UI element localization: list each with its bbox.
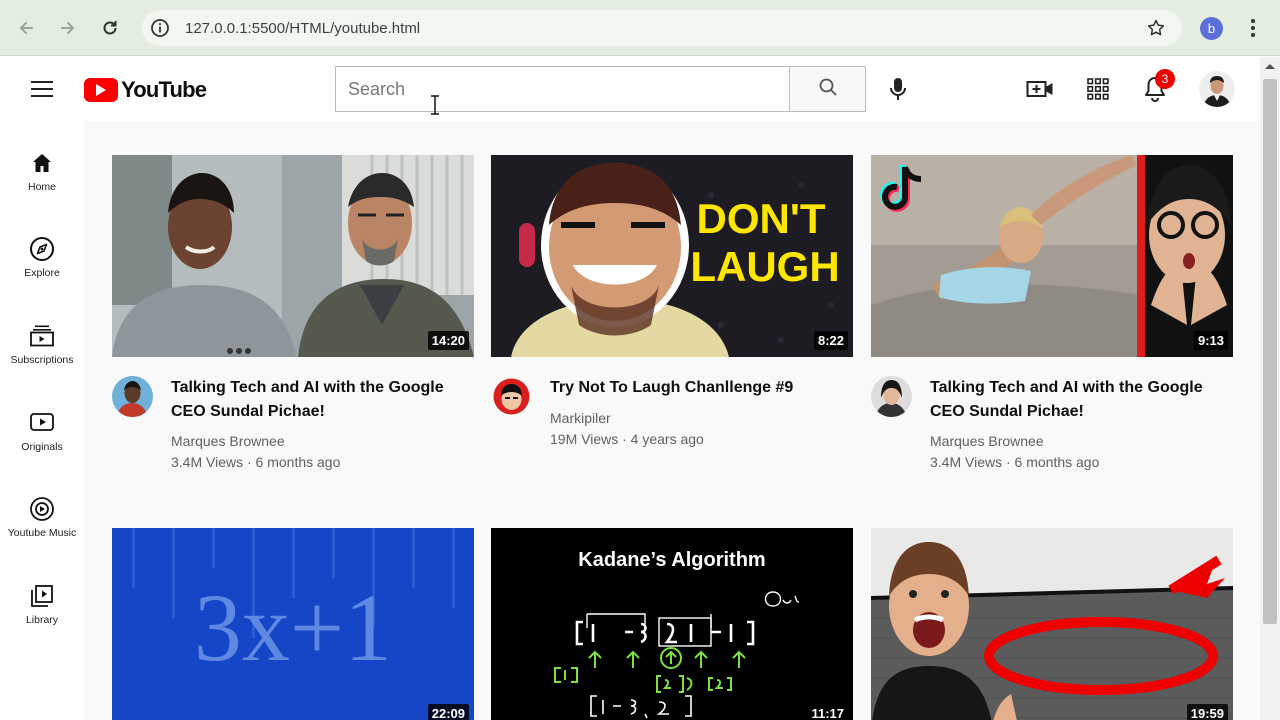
sidebar-item-label: Originals: [21, 441, 63, 453]
originals-icon: [0, 410, 84, 436]
video-card[interactable]: 9:13 Talking Tech and AI with the Google…: [871, 155, 1233, 475]
compass-icon: [0, 236, 84, 262]
sidebar-item-library[interactable]: Library: [0, 583, 84, 626]
sidebar-item-originals[interactable]: Originals: [0, 410, 84, 453]
sidebar-item-label: Home: [27, 181, 56, 193]
channel-avatar[interactable]: [112, 376, 153, 417]
thumbnail-text: 3x+1: [194, 574, 392, 681]
video-title[interactable]: Talking Tech and AI with the Google CEO …: [930, 376, 1230, 424]
video-thumbnail[interactable]: DON'T LAUGH 8:22: [491, 155, 853, 357]
video-duration: 11:17: [807, 704, 848, 720]
sidebar-item-youtube-music[interactable]: Youtube Music: [0, 496, 84, 539]
video-card[interactable]: 3x+1 22:09: [112, 528, 474, 720]
url-text[interactable]: 127.0.0.1:5500/HTML/youtube.html: [185, 20, 420, 37]
sidebar-item-home[interactable]: Home: [0, 150, 84, 193]
user-avatar[interactable]: [1199, 71, 1235, 107]
video-card[interactable]: DON'T LAUGH 8:22 Try Not To Laugh Chanll…: [491, 155, 853, 475]
sidebar-item-label: Explore: [24, 267, 60, 279]
sidebar-item-label: Subscriptions: [10, 354, 74, 366]
video-meta: 3.4M Views · 6 months ago: [930, 454, 1100, 470]
scrollbar-thumb[interactable]: [1263, 79, 1277, 624]
site-header: YouTube 3: [0, 57, 1260, 121]
search-input[interactable]: [336, 67, 780, 111]
channel-name[interactable]: Marques Brownee: [930, 433, 1044, 449]
menu-dots-icon[interactable]: [1245, 16, 1261, 45]
search-button[interactable]: [789, 66, 866, 112]
text-cursor-icon: [430, 95, 440, 120]
browser-toolbar: 127.0.0.1:5500/HTML/youtube.html b: [0, 0, 1280, 56]
channel-avatar[interactable]: [491, 376, 532, 417]
video-grid: 14:20 Talking Tech and AI with the Googl…: [84, 121, 1260, 720]
sidebar-item-explore[interactable]: Explore: [0, 236, 84, 279]
music-icon: [0, 496, 84, 522]
thumbnail-text-line-1: DON'T: [697, 195, 826, 242]
channel-name[interactable]: Marques Brownee: [171, 433, 285, 449]
channel-avatar[interactable]: [871, 376, 912, 417]
video-meta: 19M Views · 4 years ago: [550, 431, 704, 447]
create-video-icon[interactable]: [1026, 77, 1054, 106]
page-scrollbar[interactable]: [1260, 57, 1280, 720]
video-card[interactable]: Kadane’s Algorithm 11:17: [491, 528, 853, 720]
subscriptions-icon: [0, 323, 84, 349]
reload-icon[interactable]: [96, 14, 124, 42]
video-title[interactable]: Talking Tech and AI with the Google CEO …: [171, 376, 471, 424]
address-bar[interactable]: 127.0.0.1:5500/HTML/youtube.html: [142, 10, 1182, 46]
video-duration: 8:22: [813, 331, 848, 350]
apps-grid-icon[interactable]: [1087, 78, 1109, 105]
video-duration: 19:59: [1186, 704, 1228, 720]
video-thumbnail[interactable]: 19:59: [871, 528, 1233, 720]
video-card[interactable]: 14:20 Talking Tech and AI with the Googl…: [112, 155, 474, 475]
info-icon[interactable]: [150, 18, 170, 43]
video-duration: 9:13: [1193, 331, 1228, 350]
youtube-logo[interactable]: YouTube: [84, 77, 207, 103]
video-thumbnail[interactable]: 3x+1 22:09: [112, 528, 474, 720]
thumbnail-text-line-2: LAUGH: [690, 243, 839, 290]
library-icon: [0, 583, 84, 609]
microphone-icon[interactable]: [888, 77, 908, 106]
video-meta: 3.4M Views · 6 months ago: [171, 454, 341, 470]
thumbnail-text: Kadane’s Algorithm: [578, 549, 765, 571]
home-icon: [0, 150, 84, 176]
play-logo-icon: [84, 78, 118, 102]
scroll-up-arrow-icon[interactable]: [1260, 57, 1280, 75]
hamburger-menu-icon[interactable]: [30, 79, 54, 104]
channel-name[interactable]: Markipiler: [550, 410, 611, 426]
video-thumbnail[interactable]: 14:20: [112, 155, 474, 357]
video-title[interactable]: Try Not To Laugh Chanllenge #9: [550, 376, 850, 400]
forward-icon[interactable]: [54, 14, 82, 42]
sidebar-item-label: Library: [25, 614, 59, 626]
video-duration: 14:20: [427, 331, 469, 350]
logo-text: YouTube: [121, 77, 207, 102]
search-icon: [818, 77, 838, 102]
video-duration: 22:09: [427, 704, 469, 720]
search-box[interactable]: [335, 66, 789, 112]
sidebar-item-subscriptions[interactable]: Subscriptions: [0, 323, 84, 366]
browser-profile-avatar[interactable]: b: [1200, 17, 1223, 40]
video-thumbnail[interactable]: 9:13: [871, 155, 1233, 357]
sidebar-item-label: Youtube Music: [7, 527, 77, 539]
notification-count-badge: 3: [1155, 69, 1175, 89]
video-card[interactable]: 19:59: [871, 528, 1233, 720]
back-icon[interactable]: [12, 14, 40, 42]
sidebar: Home Explore Subscriptions Originals You…: [0, 121, 84, 720]
video-thumbnail[interactable]: Kadane’s Algorithm 11:17: [491, 528, 853, 720]
star-icon[interactable]: [1146, 18, 1166, 43]
